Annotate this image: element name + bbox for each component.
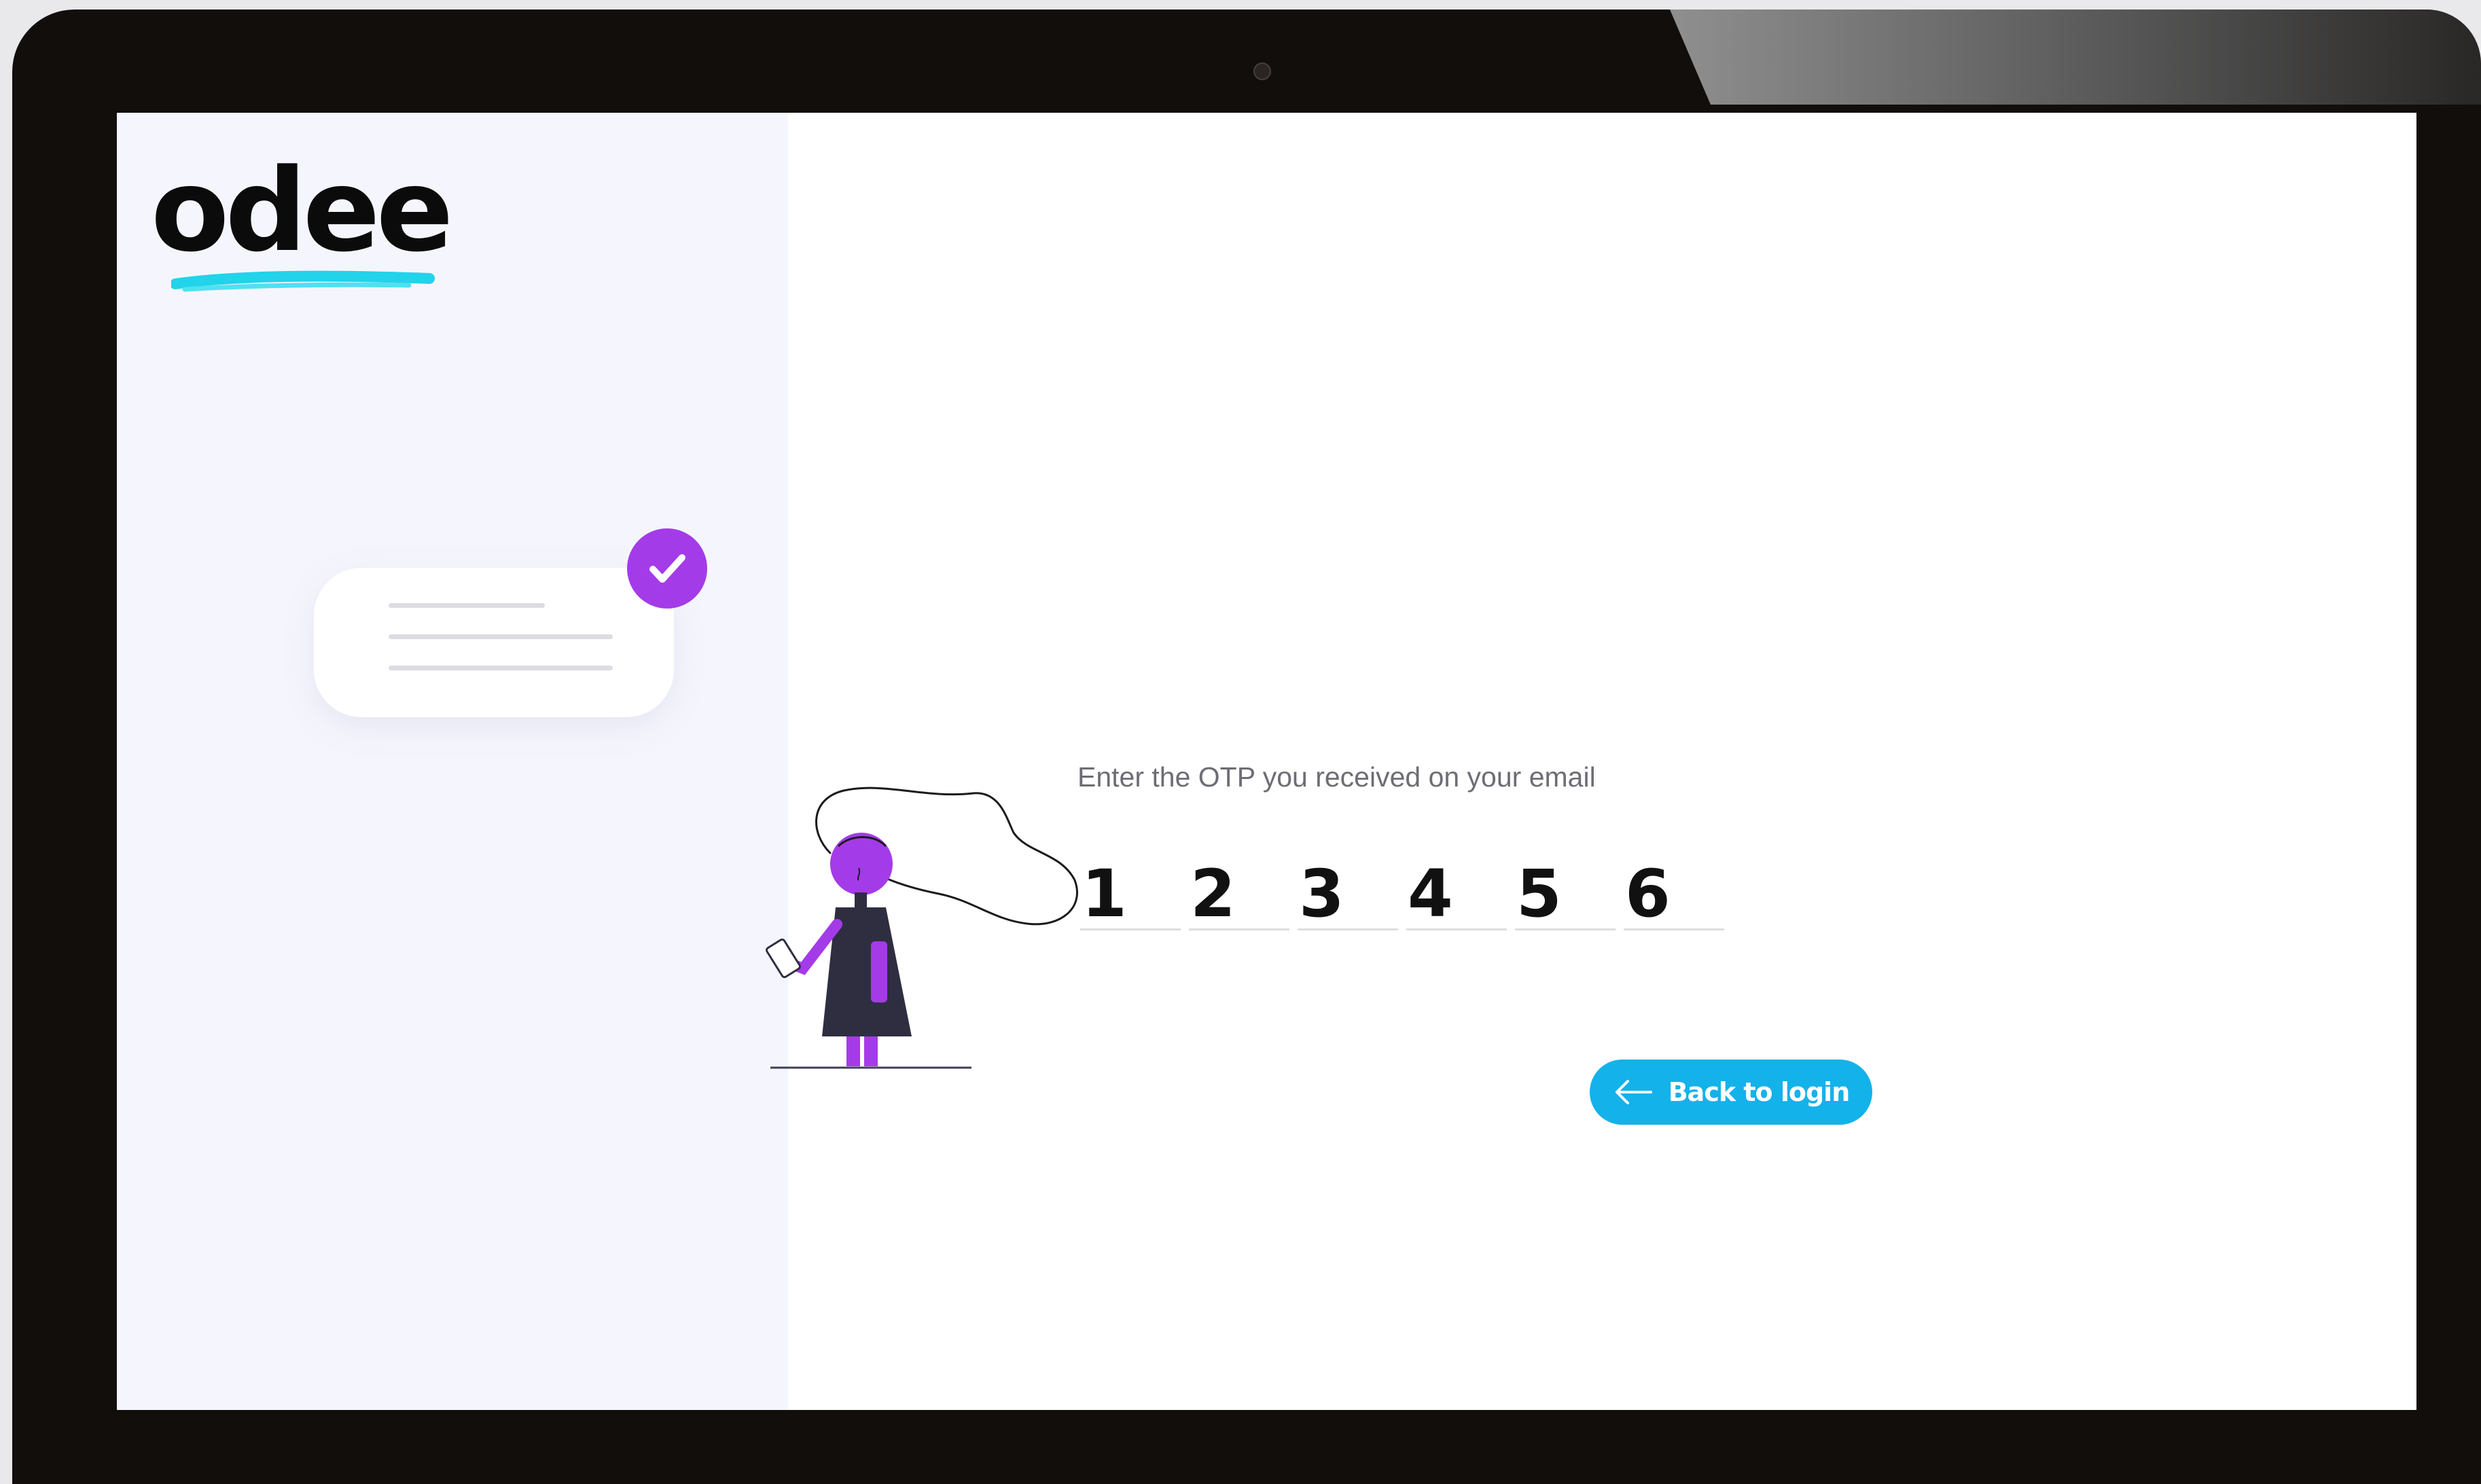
otp-digit-1[interactable] [1080, 858, 1181, 930]
otp-digit-3[interactable] [1298, 858, 1398, 930]
logo-text: odee [151, 144, 454, 277]
webcam [1253, 62, 1271, 80]
otp-digit-5[interactable] [1515, 858, 1616, 930]
otp-input-group [1080, 858, 1732, 933]
otp-digit-4[interactable] [1406, 858, 1507, 930]
app-screen: odee Enter the OTP you received on your … [117, 113, 2416, 1410]
message-line [389, 603, 545, 608]
check-badge [627, 528, 707, 609]
screen-glare [1670, 10, 2481, 105]
odee-logo: odee [151, 153, 470, 303]
check-icon [649, 554, 685, 583]
otp-digit-2[interactable] [1189, 858, 1289, 930]
message-card-illustration [314, 568, 674, 717]
back-to-login-label: Back to login [1668, 1077, 1851, 1107]
otp-digit-6[interactable] [1624, 858, 1724, 930]
back-to-login-button[interactable]: Back to login [1590, 1060, 1872, 1125]
illustration-panel: odee [117, 113, 788, 1410]
person-illustration [766, 786, 1078, 1069]
message-line [389, 634, 613, 639]
arrow-left-icon [1613, 1079, 1654, 1106]
message-line [389, 666, 613, 670]
otp-prompt: Enter the OTP you received on your email [1077, 761, 1596, 793]
laptop-frame: odee Enter the OTP you received on your … [12, 10, 2481, 1484]
